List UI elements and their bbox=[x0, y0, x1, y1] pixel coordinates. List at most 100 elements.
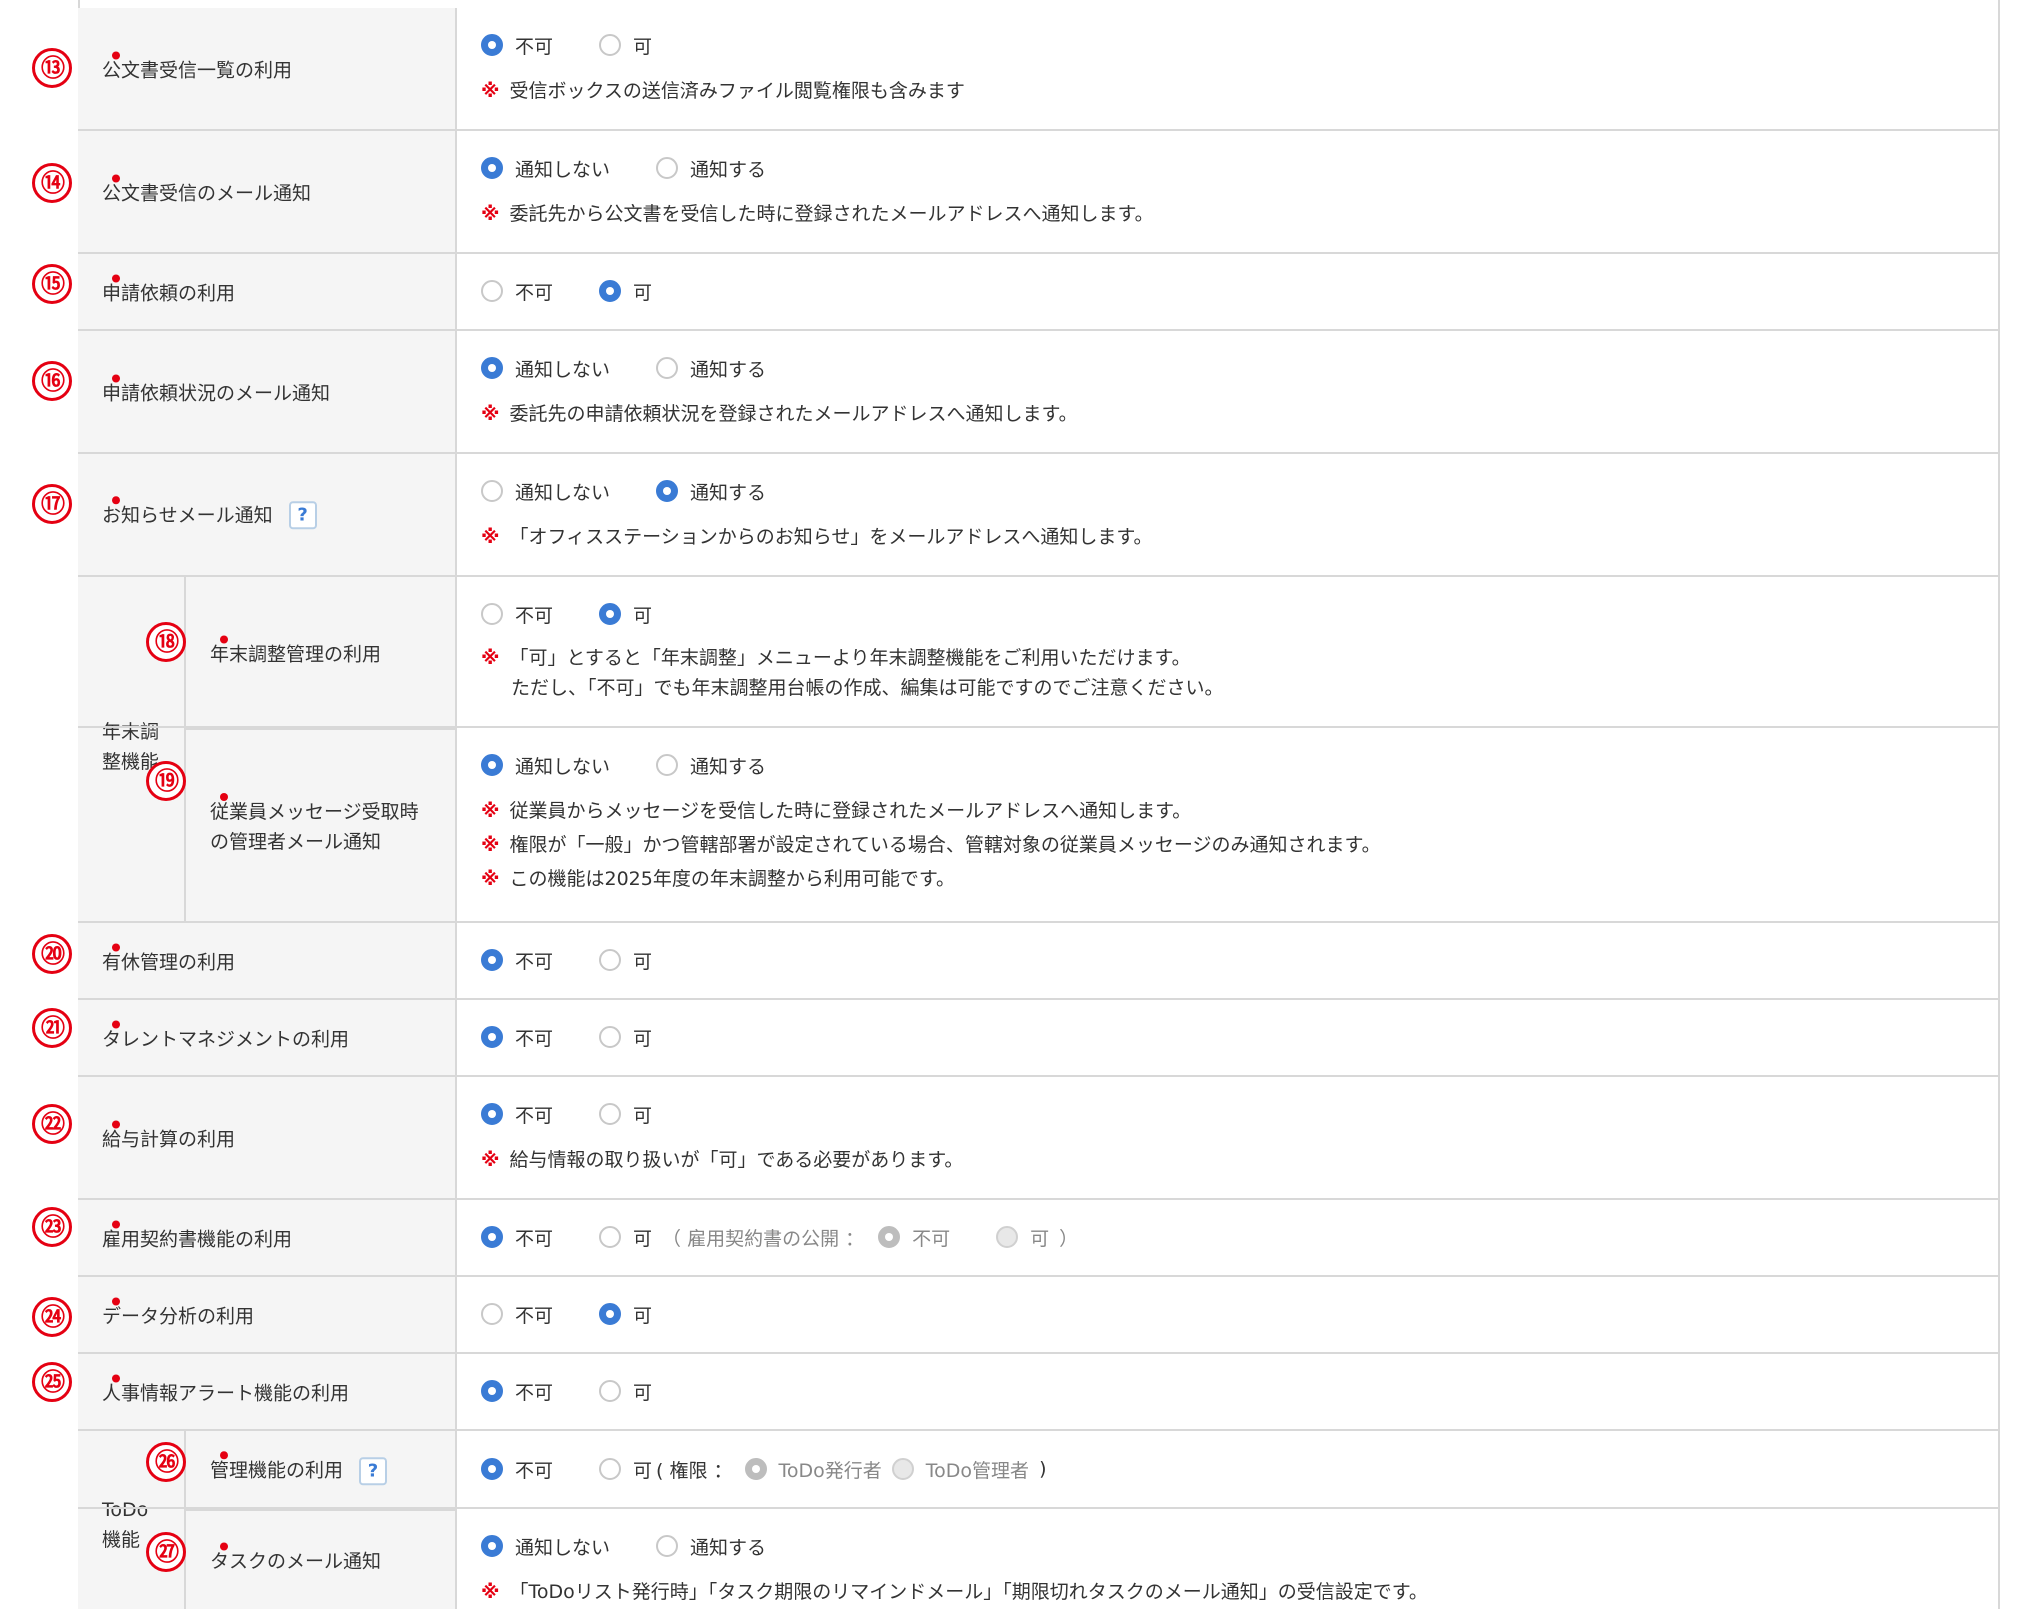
note-text: ※ 「可」とすると「年末調整」メニューより年末調整機能をご利用いただけます。 bbox=[481, 647, 1191, 669]
radio-button[interactable] bbox=[656, 1535, 679, 1557]
radio-allow[interactable]: 可 bbox=[599, 1378, 652, 1405]
row-label-cell: 公文書受信のメール通知 bbox=[78, 131, 457, 252]
radio-disallow[interactable]: 不可 bbox=[481, 1301, 553, 1328]
required-dot bbox=[112, 1220, 120, 1228]
annotation-number-25: ㉕ bbox=[32, 1362, 72, 1402]
note-text: ※ 委託先の申請依頼状況を登録されたメールアドレスへ通知します。 bbox=[481, 403, 1078, 425]
radio-button[interactable] bbox=[891, 1458, 914, 1480]
radio-button[interactable] bbox=[599, 280, 622, 302]
radio-disallow[interactable]: 不可 bbox=[481, 1456, 553, 1483]
radio-disallow[interactable]: 不可 bbox=[481, 1101, 553, 1128]
radio-allow[interactable]: 可 bbox=[599, 947, 652, 974]
radio-button[interactable] bbox=[599, 949, 622, 971]
radio-button[interactable] bbox=[656, 157, 679, 179]
row-controls: 不可 可 ( 権限 ： ToDo発行者 ToDo管理者 ) bbox=[481, 1454, 1980, 1484]
radio-button[interactable] bbox=[599, 1303, 622, 1325]
radio-button[interactable] bbox=[599, 1226, 622, 1248]
radio-button[interactable] bbox=[656, 357, 679, 379]
radio-no-notify[interactable]: 通知しない bbox=[481, 155, 610, 182]
radio-disallow[interactable]: 不可 bbox=[481, 1024, 553, 1051]
row-label: 有休管理の利用 bbox=[102, 951, 236, 973]
row-label: 人事情報アラート機能の利用 bbox=[102, 1382, 350, 1404]
radio-button[interactable] bbox=[481, 949, 503, 971]
radio-button[interactable] bbox=[878, 1226, 901, 1248]
annotation-number-21: ㉑ bbox=[32, 1008, 72, 1048]
required-dot bbox=[112, 274, 120, 282]
radio-allow[interactable]: 可 bbox=[599, 278, 652, 305]
radio-button[interactable] bbox=[599, 1103, 622, 1125]
radio-notify[interactable]: 通知する bbox=[656, 355, 766, 382]
radio-no-notify[interactable]: 通知しない bbox=[481, 355, 610, 382]
row-public-doc-mail: 公文書受信のメール通知 通知しない 通知する ※ 委託先から公文書を受信した時に登… bbox=[78, 131, 2000, 254]
radio-button[interactable] bbox=[481, 480, 503, 502]
radio-button[interactable] bbox=[481, 1303, 503, 1325]
radio-disallow[interactable]: 不可 bbox=[481, 32, 553, 59]
radio-allow[interactable]: 可 bbox=[599, 1224, 652, 1251]
radio-allow[interactable]: 可 bbox=[599, 1301, 652, 1328]
annotation-number-26: ㉖ bbox=[146, 1442, 186, 1482]
help-icon[interactable]: ? bbox=[288, 501, 317, 530]
radio-publish-allow[interactable]: 可 bbox=[996, 1224, 1049, 1251]
radio-button[interactable] bbox=[656, 754, 679, 776]
row-label-cell: お知らせメール通知? bbox=[78, 454, 457, 575]
radio-todo-issuer[interactable]: ToDo発行者 bbox=[744, 1456, 882, 1483]
radio-button[interactable] bbox=[481, 280, 503, 302]
row-label-cell: タレントマネジメントの利用 bbox=[78, 1000, 457, 1075]
row-controls: 不可 可 bbox=[481, 1376, 1980, 1406]
radio-button[interactable] bbox=[599, 34, 622, 56]
radio-button[interactable] bbox=[599, 1026, 622, 1048]
note-text: ※ 給与情報の取り扱いが「可」である必要があります。 bbox=[481, 1149, 964, 1171]
row-talent-management: タレントマネジメントの利用 不可 可 bbox=[78, 1000, 2000, 1077]
radio-disallow[interactable]: 不可 bbox=[481, 601, 553, 628]
row-controls: 通知しない 通知する ※ 委託先の申請依頼状況を登録されたメールアドレスへ通知しま… bbox=[481, 353, 1980, 431]
radio-notify[interactable]: 通知する bbox=[656, 752, 766, 779]
radio-no-notify[interactable]: 通知しない bbox=[481, 478, 610, 505]
radio-button[interactable] bbox=[996, 1226, 1019, 1248]
row-year-end-use: 不可 可 ※ 「可」とすると「年末調整」メニューより年末調整機能をご利用いただけま… bbox=[78, 577, 2000, 728]
radio-no-notify[interactable]: 通知しない bbox=[481, 752, 610, 779]
annotation-number-23: ㉓ bbox=[32, 1207, 72, 1247]
radio-allow[interactable]: 可 bbox=[599, 1101, 652, 1128]
radio-allow[interactable]: 可 bbox=[599, 1456, 652, 1483]
radio-button[interactable] bbox=[599, 1380, 622, 1402]
radio-notify[interactable]: 通知する bbox=[656, 478, 766, 505]
radio-publish-disallow[interactable]: 不可 bbox=[878, 1224, 950, 1251]
row-label: 雇用契約書機能の利用 bbox=[102, 1228, 293, 1250]
row-request-status-mail: 申請依頼状況のメール通知 通知しない 通知する ※ 委託先の申請依頼状況を登録され… bbox=[78, 331, 2000, 454]
required-dot bbox=[112, 1020, 120, 1028]
note-text: ※ 「ToDoリスト発行時」「タスク期限のリマインドメール」「期限切れタスクのメー… bbox=[481, 1581, 1428, 1603]
radio-allow[interactable]: 可 bbox=[599, 32, 652, 59]
note-text: ※ 「オフィスステーションからのお知らせ」をメールアドレスへ通知します。 bbox=[481, 526, 1153, 548]
radio-button[interactable] bbox=[481, 357, 503, 379]
note-text: ※ 委託先から公文書を受信した時に登録されたメールアドレスへ通知します。 bbox=[481, 203, 1154, 225]
radio-disallow[interactable]: 不可 bbox=[481, 1378, 553, 1405]
radio-button[interactable] bbox=[599, 1458, 622, 1480]
radio-disallow[interactable]: 不可 bbox=[481, 278, 553, 305]
radio-allow[interactable]: 可 bbox=[599, 601, 652, 628]
radio-allow[interactable]: 可 bbox=[599, 1024, 652, 1051]
radio-button[interactable] bbox=[481, 754, 503, 776]
radio-button[interactable] bbox=[656, 480, 679, 502]
radio-button[interactable] bbox=[599, 603, 622, 625]
radio-no-notify[interactable]: 通知しない bbox=[481, 1533, 610, 1560]
radio-button[interactable] bbox=[481, 1103, 503, 1125]
radio-button[interactable] bbox=[481, 1535, 503, 1557]
radio-button[interactable] bbox=[481, 157, 503, 179]
sub-option-label: （ 雇用契約書の公開 ： bbox=[662, 1227, 865, 1250]
row-label: 公文書受信のメール通知 bbox=[102, 182, 312, 204]
row-label: データ分析の利用 bbox=[102, 1305, 255, 1327]
radio-button[interactable] bbox=[481, 603, 503, 625]
radio-todo-manager[interactable]: ToDo管理者 bbox=[891, 1456, 1029, 1483]
radio-disallow[interactable]: 不可 bbox=[481, 1224, 553, 1251]
radio-notify[interactable]: 通知する bbox=[656, 155, 766, 182]
radio-button[interactable] bbox=[481, 34, 503, 56]
row-payroll: 給与計算の利用 不可 可 ※ 給与情報の取り扱いが「可」である必要があります。 bbox=[78, 1077, 2000, 1200]
radio-button[interactable] bbox=[481, 1458, 503, 1480]
radio-button[interactable] bbox=[481, 1026, 503, 1048]
radio-button[interactable] bbox=[481, 1380, 503, 1402]
radio-notify[interactable]: 通知する bbox=[656, 1533, 766, 1560]
radio-button[interactable] bbox=[481, 1226, 503, 1248]
radio-disallow[interactable]: 不可 bbox=[481, 947, 553, 974]
radio-button[interactable] bbox=[744, 1458, 767, 1480]
row-employment-contract: 雇用契約書機能の利用 不可 可 （ 雇用契約書の公開 ： 不可 可 ） bbox=[78, 1200, 2000, 1277]
